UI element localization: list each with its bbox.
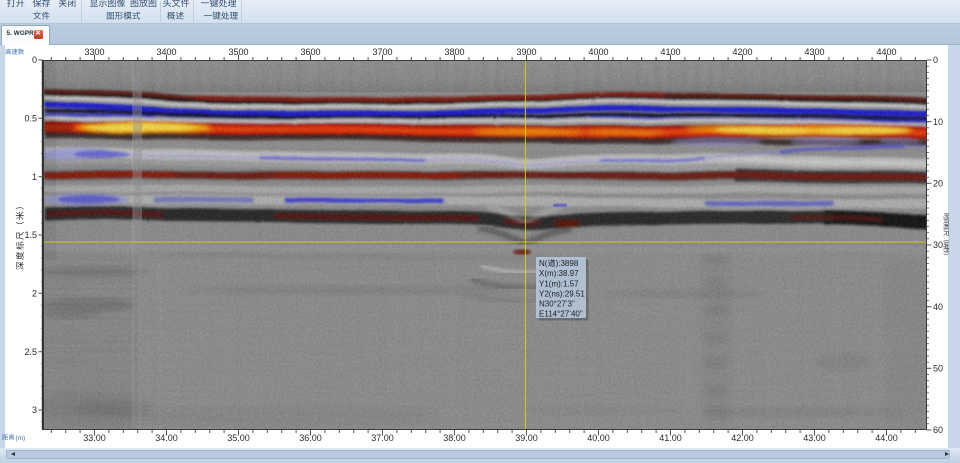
svg-text:41.00: 41.00 [659,433,682,443]
svg-text:38.00: 38.00 [443,433,466,443]
svg-text:36.00: 36.00 [299,433,322,443]
svg-text:0: 0 [933,55,938,65]
svg-text:E114°27’40”: E114°27’40” [539,310,583,319]
svg-text:10: 10 [933,117,943,127]
svg-text:0.5: 0.5 [24,114,37,124]
svg-text:37.00: 37.00 [371,433,394,443]
svg-text:33.00: 33.00 [83,433,106,443]
svg-text:43.00: 43.00 [803,433,826,443]
svg-text:3800: 3800 [444,47,464,57]
svg-text:40.00: 40.00 [587,433,610,443]
svg-text:Y1(m):1.57: Y1(m):1.57 [539,279,579,288]
svg-text:35.00: 35.00 [227,433,250,443]
svg-text:4400: 4400 [876,47,896,57]
svg-text:20: 20 [933,179,943,189]
svg-text:2.5: 2.5 [24,347,37,357]
svg-text:4000: 4000 [588,47,608,57]
svg-text:0: 0 [32,55,37,65]
svg-text:30: 30 [933,240,943,250]
svg-text:44.00: 44.00 [875,433,898,443]
svg-text:):3898: ):3898 [556,259,579,268]
svg-text:34.00: 34.00 [155,433,178,443]
svg-text:4200: 4200 [732,47,752,57]
svg-text:60: 60 [933,425,943,435]
svg-text:3500: 3500 [228,47,248,57]
svg-text:3400: 3400 [156,47,176,57]
svg-text:50: 50 [933,364,943,374]
svg-text:42.00: 42.00 [731,433,754,443]
svg-text:4100: 4100 [660,47,680,57]
svg-text:N(: N( [539,259,548,268]
svg-text:1: 1 [32,172,37,182]
svg-text:3600: 3600 [300,47,320,57]
svg-text:3900: 3900 [516,47,536,57]
svg-text:3: 3 [32,405,37,415]
svg-text:4300: 4300 [804,47,824,57]
svg-text:40: 40 [933,302,943,312]
svg-text:2: 2 [32,289,37,299]
svg-text:Y2(ns):29.51: Y2(ns):29.51 [539,289,585,298]
svg-text:X(m):38.97: X(m):38.97 [539,269,579,278]
svg-text:1.5: 1.5 [24,230,37,240]
svg-text:3300: 3300 [84,47,104,57]
svg-text:(m): (m) [16,435,26,442]
svg-text:3700: 3700 [372,47,392,57]
svg-text:N30°27’3”: N30°27’3” [539,300,575,309]
svg-text:39.00: 39.00 [515,433,538,443]
